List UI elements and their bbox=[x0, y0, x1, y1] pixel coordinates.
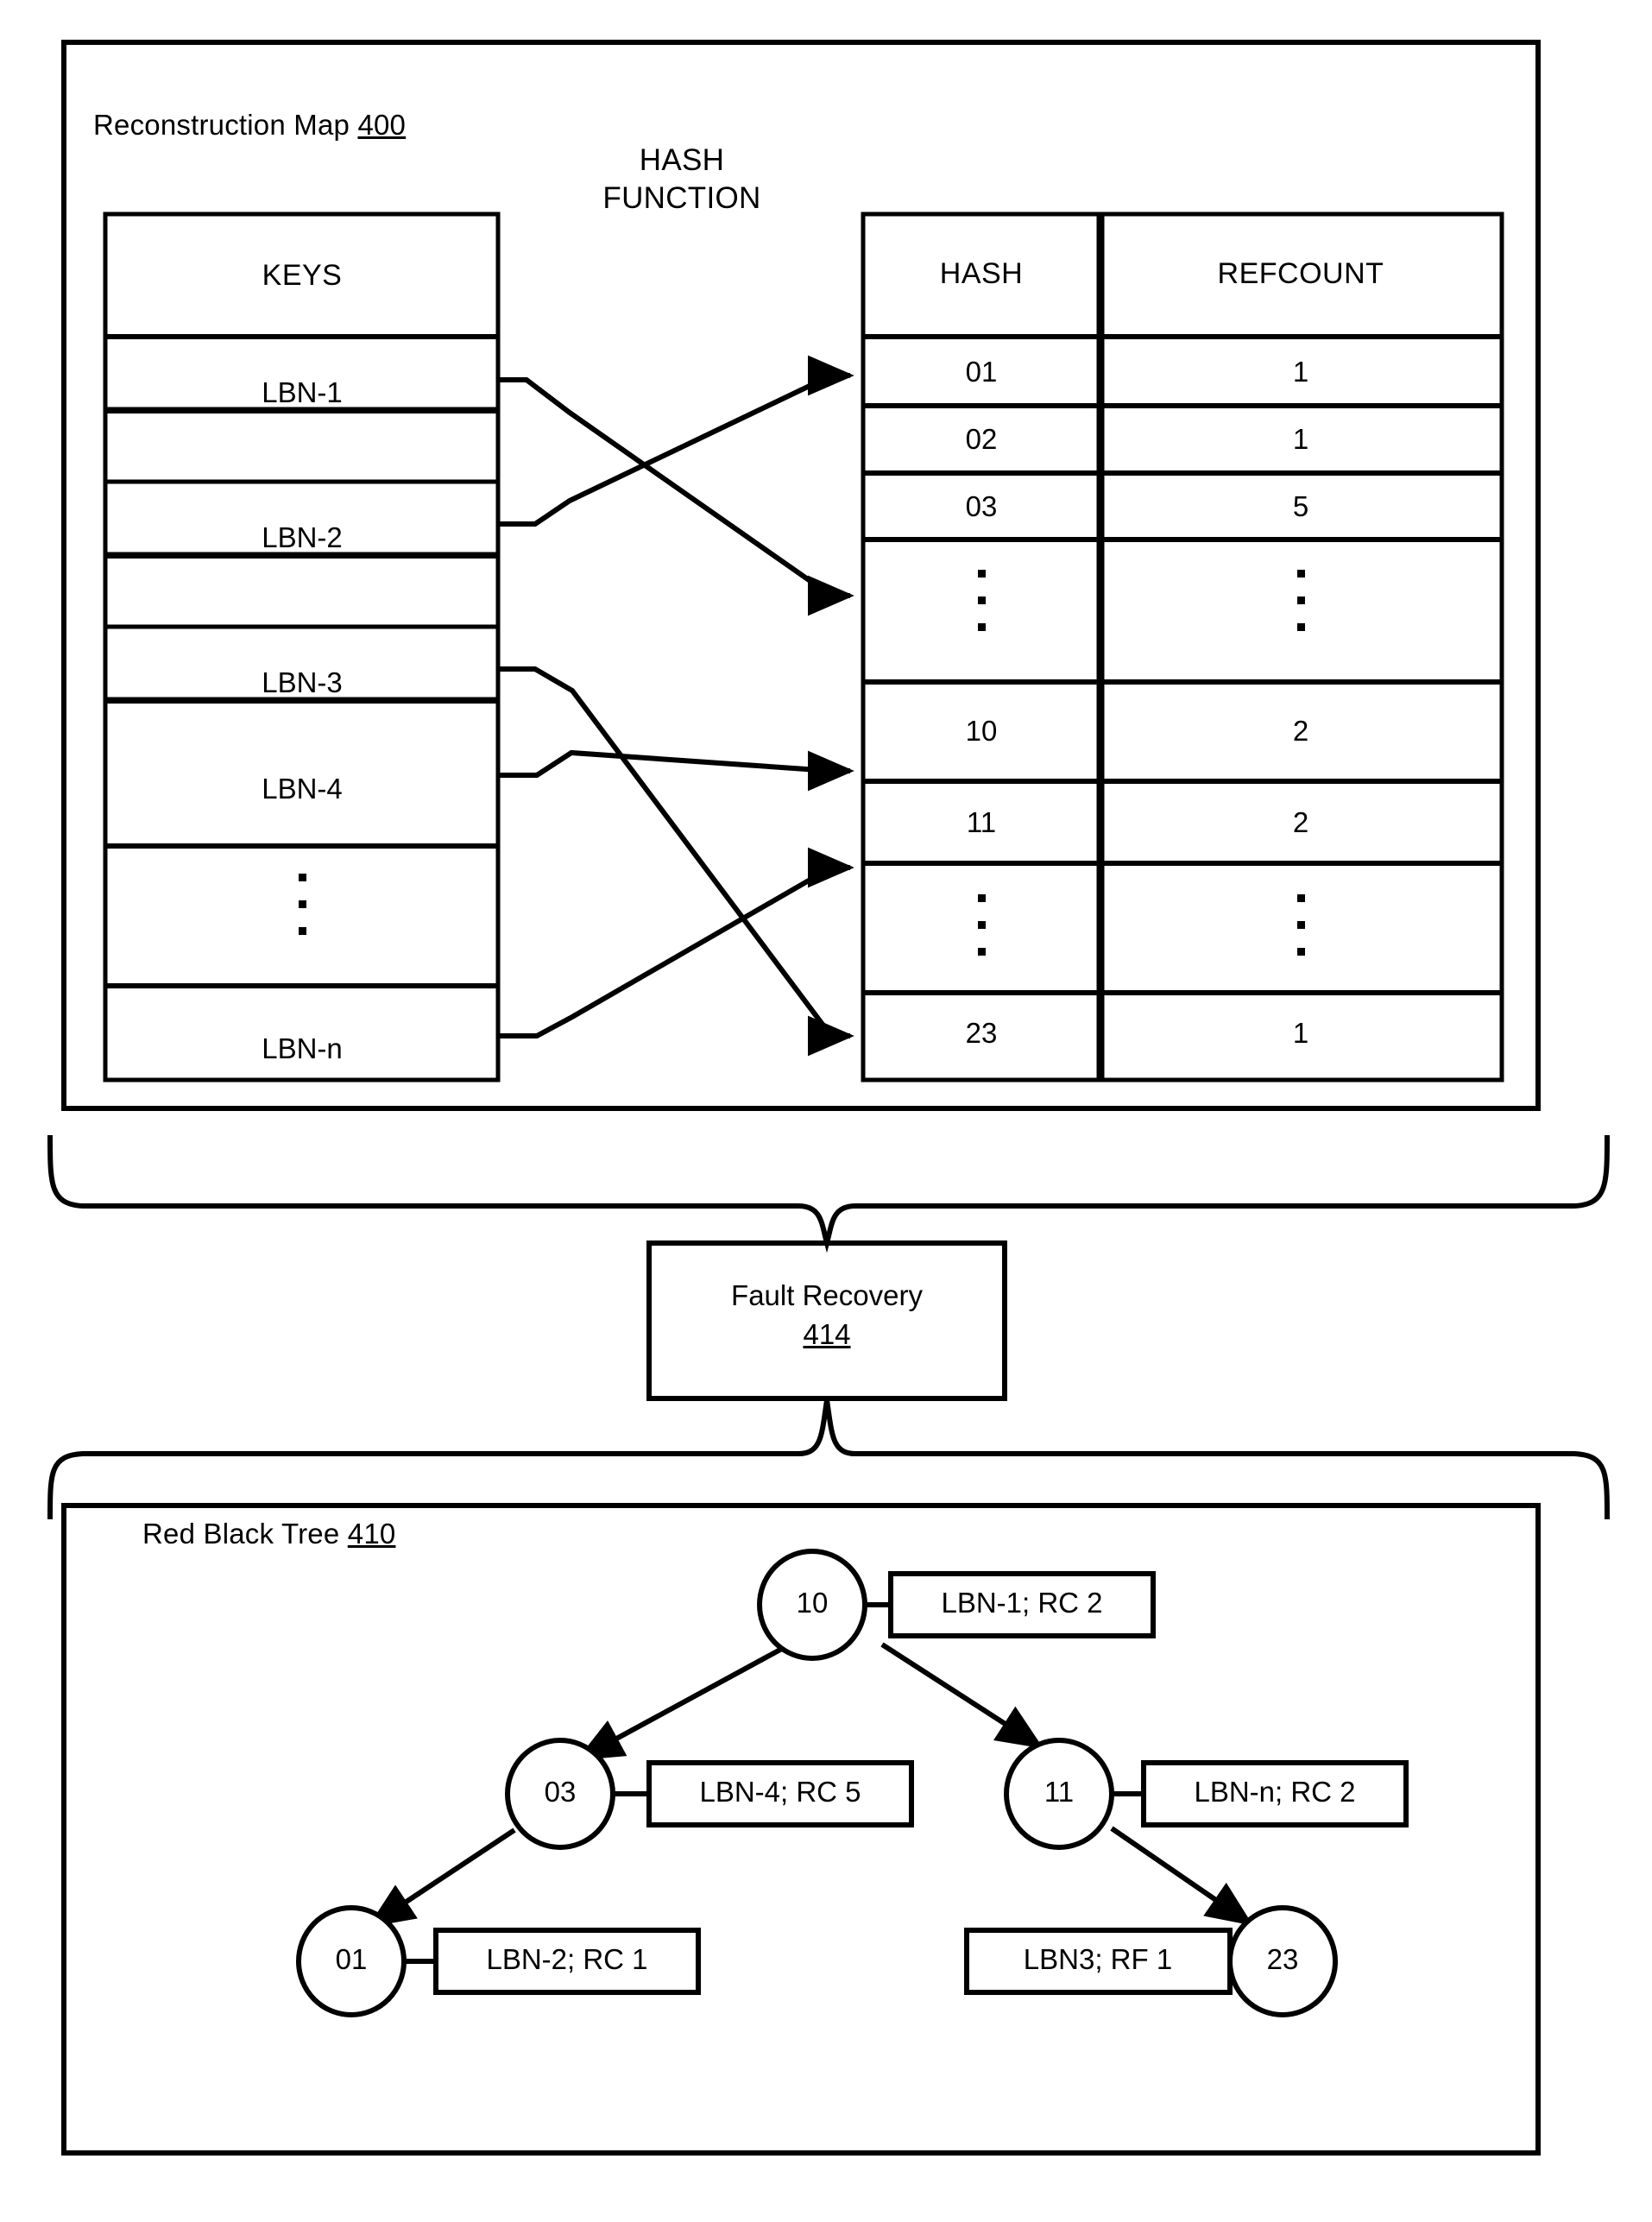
arrow-lbnn-to-11 bbox=[498, 847, 854, 1038]
tree-node-11-label: 11 bbox=[1044, 1776, 1075, 1808]
hash-row-6-refcount-ellipsis bbox=[1296, 894, 1305, 956]
tree-tag-23-label: LBN3; RF 1 bbox=[1023, 1943, 1173, 1975]
figure-linework bbox=[47, 40, 1610, 2156]
hash-row-1-hash: 02 bbox=[965, 423, 998, 455]
reconstruction-map-title: Reconstruction Map 400 bbox=[93, 109, 406, 142]
keys-row-4-ellipsis bbox=[298, 874, 306, 935]
hash-row-3-refcount-ellipsis bbox=[1296, 570, 1305, 631]
hash-row-5-hash: 11 bbox=[966, 806, 997, 838]
arrow-lbn4-to-10 bbox=[498, 749, 854, 792]
hash-row-7-refcount: 1 bbox=[1292, 1017, 1309, 1049]
reconstruction-map-title-text: Reconstruction Map bbox=[93, 109, 350, 141]
fault-recovery-label-ref: 414 bbox=[803, 1318, 851, 1350]
hash-function-label-line2: FUNCTION bbox=[602, 181, 761, 215]
hash-row-0-refcount: 1 bbox=[1292, 356, 1309, 388]
hash-row-4-refcount: 2 bbox=[1292, 715, 1309, 747]
fault-recovery-label-line1: Fault Recovery bbox=[731, 1279, 923, 1311]
reconstruction-map-title-ref: 400 bbox=[357, 109, 407, 141]
tree-tag-01-label: LBN-2; RC 1 bbox=[486, 1943, 648, 1975]
hash-row-2-hash: 03 bbox=[965, 490, 998, 522]
hash-row-3-hash-ellipsis bbox=[977, 570, 986, 631]
tree-node-10-label: 10 bbox=[796, 1587, 829, 1619]
keys-row-1: LBN-2 bbox=[262, 521, 343, 553]
keys-row-2: LBN-3 bbox=[262, 666, 343, 698]
red-black-tree-title-text: Red Black Tree bbox=[142, 1518, 340, 1550]
brace-fault-recovery-to-bottom bbox=[47, 1399, 1610, 1520]
fault-recovery-label: Fault Recovery 414 bbox=[731, 1276, 923, 1354]
hash-row-1-refcount: 1 bbox=[1292, 423, 1309, 455]
edge-03-to-01 bbox=[367, 1827, 516, 1928]
hash-function-label: HASH FUNCTION bbox=[602, 142, 760, 218]
tree-tag-11-label: LBN-n; RC 2 bbox=[1194, 1776, 1356, 1808]
keys-table-grid bbox=[103, 211, 501, 1083]
hash-table-header-refcount: REFCOUNT bbox=[1217, 257, 1384, 290]
edge-10-to-03 bbox=[576, 1642, 791, 1761]
arrow-lbn1-to-03 bbox=[498, 377, 854, 616]
hash-function-label-line1: HASH bbox=[639, 143, 725, 177]
keys-row-3: LBN-4 bbox=[262, 773, 343, 805]
hash-table-grid bbox=[861, 211, 1504, 1083]
red-black-tree-title: Red Black Tree 410 bbox=[142, 1518, 395, 1550]
tree-node-03-label: 03 bbox=[544, 1776, 577, 1808]
keys-row-5: LBN-n bbox=[262, 1032, 343, 1064]
hash-row-6-hash-ellipsis bbox=[977, 894, 986, 956]
tree-tag-10-label: LBN-1; RC 2 bbox=[941, 1587, 1103, 1619]
patent-figure-page: Reconstruction Map 400 HASH FUNCTION KEY… bbox=[0, 0, 1652, 2222]
tree-tag-03-label: LBN-4; RC 5 bbox=[699, 1776, 861, 1808]
edge-11-to-23 bbox=[1110, 1826, 1253, 1926]
arrow-lbn3-to-23 bbox=[498, 666, 854, 1057]
tree-node-01-label: 01 bbox=[335, 1943, 368, 1975]
red-black-tree-title-ref: 410 bbox=[347, 1518, 396, 1550]
hash-mapping-arrows bbox=[498, 355, 854, 1057]
hash-row-4-hash: 10 bbox=[965, 715, 998, 747]
keys-table-header: KEYS bbox=[262, 259, 343, 292]
hash-row-7-hash: 23 bbox=[965, 1017, 998, 1049]
hash-row-0-hash: 01 bbox=[965, 356, 998, 388]
hash-row-5-refcount: 2 bbox=[1292, 806, 1309, 838]
edge-10-to-11 bbox=[880, 1642, 1044, 1749]
hash-table-header-hash: HASH bbox=[939, 257, 1024, 290]
tree-node-23-label: 23 bbox=[1266, 1943, 1299, 1975]
keys-row-0: LBN-1 bbox=[262, 376, 343, 408]
hash-row-2-refcount: 5 bbox=[1292, 490, 1309, 522]
brace-top-to-fault-recovery bbox=[47, 1134, 1610, 1253]
